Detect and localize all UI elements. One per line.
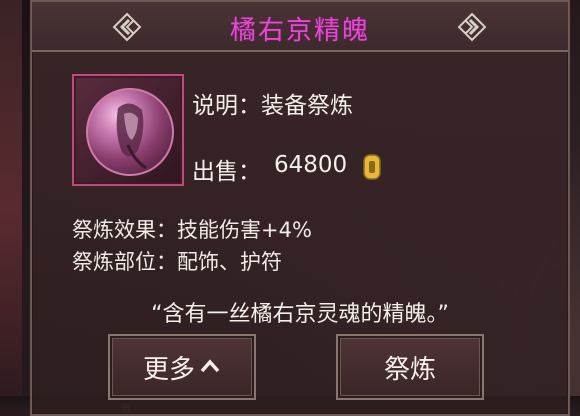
sell-price-value: 64800 bbox=[274, 152, 348, 178]
refine-effect: 祭炼效果：技能伤害+4% bbox=[72, 218, 312, 242]
gold-coin-icon bbox=[363, 154, 381, 180]
chevron-up-icon bbox=[200, 359, 220, 373]
flavor-text: “含有一丝橘右京灵魂的精魄。” bbox=[151, 302, 449, 327]
item-title: 橘右京精魄 bbox=[229, 16, 370, 46]
title-bar: 橘右京精魄 bbox=[32, 2, 568, 52]
refine-button-label: 祭炼 bbox=[383, 354, 436, 385]
background-left bbox=[0, 0, 22, 416]
refine-button[interactable]: 祭炼 bbox=[336, 334, 484, 400]
item-description: 说明：装备祭炼 bbox=[192, 93, 353, 119]
chevron-right-diamond-icon[interactable] bbox=[457, 12, 487, 42]
sell-price-label: 出售： bbox=[192, 159, 261, 185]
game-scene: 者 橘右京精魄 说明：装备祭 bbox=[0, 0, 580, 416]
refine-part: 祭炼部位：配饰、护符 bbox=[72, 250, 282, 274]
item-icon-frame bbox=[72, 74, 184, 186]
more-button-label: 更多 bbox=[142, 354, 195, 385]
spirit-orb-icon bbox=[86, 88, 174, 176]
more-button[interactable]: 更多 bbox=[108, 334, 256, 400]
item-detail-panel: 橘右京精魄 说明：装备祭炼 出售： 64800 祭炼效果：技能伤害+4% 祭炼部… bbox=[30, 0, 570, 416]
